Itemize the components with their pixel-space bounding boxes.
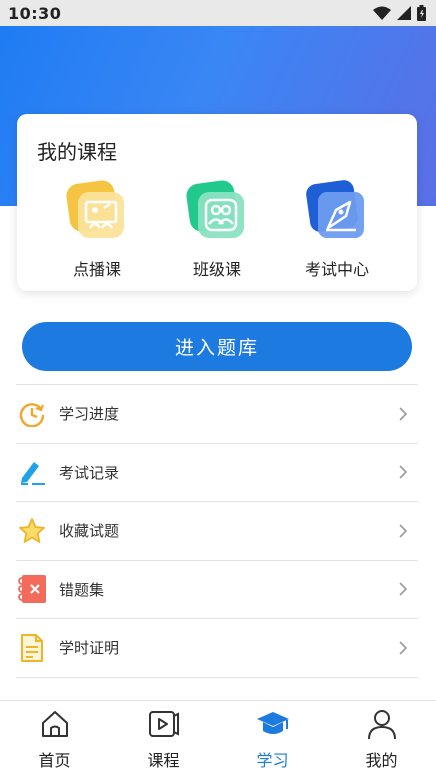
graduation-cap-icon bbox=[256, 707, 290, 741]
presentation-icon bbox=[66, 180, 128, 242]
menu-item-label: 学时证明 bbox=[59, 639, 120, 658]
menu-item-favorites[interactable]: 收藏试题 bbox=[16, 501, 418, 560]
system-icons bbox=[373, 5, 426, 21]
tab-label: 课程 bbox=[147, 751, 180, 770]
menu-item-label: 错题集 bbox=[59, 580, 105, 599]
wifi-icon bbox=[373, 6, 391, 20]
course-item-label: 点播课 bbox=[72, 260, 121, 279]
chevron-right-icon bbox=[399, 582, 408, 596]
tab-courses[interactable]: 课程 bbox=[109, 701, 218, 774]
menu-item-label: 收藏试题 bbox=[59, 522, 120, 541]
tab-label: 学习 bbox=[256, 751, 289, 770]
menu-item-study-progress[interactable]: 学习进度 bbox=[16, 384, 418, 443]
menu-item-exam-records[interactable]: 考试记录 bbox=[16, 442, 418, 502]
progress-clock-icon bbox=[17, 399, 47, 429]
tab-study[interactable]: 学习 bbox=[218, 701, 327, 774]
menu-item-label: 考试记录 bbox=[59, 463, 120, 482]
course-item-vod[interactable]: 点播课 bbox=[42, 180, 152, 280]
chevron-right-icon bbox=[399, 407, 408, 421]
person-icon bbox=[365, 707, 399, 741]
tab-label: 首页 bbox=[38, 751, 71, 770]
menu-item-study-hours-certificate[interactable]: 学时证明 bbox=[16, 618, 418, 677]
pencil-record-icon bbox=[17, 457, 47, 487]
video-icon bbox=[147, 707, 181, 741]
status-time: 10:30 bbox=[8, 3, 62, 23]
chevron-right-icon bbox=[399, 641, 408, 655]
notebook-x-icon bbox=[17, 574, 47, 604]
home-icon bbox=[38, 707, 72, 741]
tab-label: 我的 bbox=[365, 751, 398, 770]
course-item-label: 班级课 bbox=[192, 260, 241, 279]
my-courses-card: 我的课程 点播课 班级课 考试中心 bbox=[17, 114, 417, 291]
course-item-exam-center[interactable]: 考试中心 bbox=[282, 180, 392, 280]
bottom-tab-bar: 首页 课程 学习 我的 bbox=[0, 700, 436, 774]
group-icon bbox=[186, 180, 248, 242]
my-courses-title: 我的课程 bbox=[37, 140, 117, 164]
enter-question-bank-button[interactable]: 进入题库 bbox=[22, 322, 412, 371]
signal-icon bbox=[397, 6, 411, 20]
course-item-label: 考试中心 bbox=[304, 260, 369, 279]
status-bar: 10:30 bbox=[0, 0, 436, 26]
pen-nib-icon bbox=[306, 180, 368, 242]
document-icon bbox=[17, 633, 47, 663]
battery-icon bbox=[417, 5, 426, 21]
chevron-right-icon bbox=[399, 465, 408, 479]
tab-home[interactable]: 首页 bbox=[0, 701, 109, 774]
study-menu: 学习进度 考试记录 收藏试题 错题集 学时证明 bbox=[16, 384, 418, 717]
tab-mine[interactable]: 我的 bbox=[327, 701, 436, 774]
menu-item-label: 学习进度 bbox=[59, 405, 120, 424]
menu-item-wrong-questions[interactable]: 错题集 bbox=[16, 559, 418, 619]
star-icon bbox=[17, 516, 47, 546]
course-item-class[interactable]: 班级课 bbox=[162, 180, 272, 280]
chevron-right-icon bbox=[399, 524, 408, 538]
